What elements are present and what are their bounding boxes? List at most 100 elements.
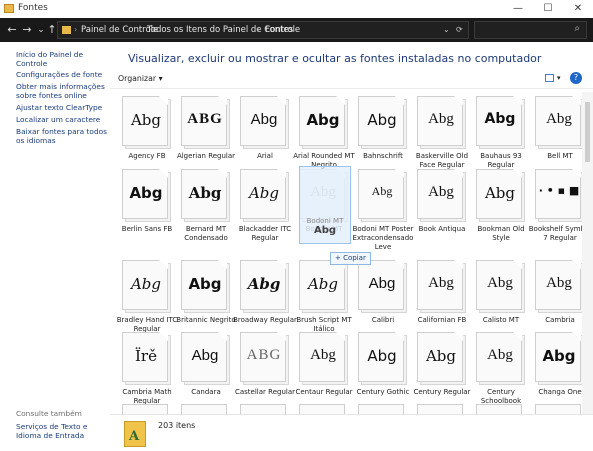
font-file-icon: Abg	[417, 96, 463, 146]
sidebar-link-more-info[interactable]: Obter mais informações sobre fontes onli…	[16, 82, 108, 100]
see-also-heading: Consulte também	[16, 409, 82, 418]
font-file-icon: Abg	[417, 332, 463, 382]
font-name: Century Schoolbook	[480, 388, 522, 405]
font-sample: Abg	[367, 111, 397, 129]
scrollbar[interactable]	[582, 92, 593, 414]
scrollbar-thumb[interactable]	[585, 102, 590, 162]
sidebar-link-text-services[interactable]: Serviços de Texto e Idioma de Entrada	[16, 422, 108, 440]
font-name: Bernard MT Condensado	[184, 225, 228, 242]
font-sample: Abg	[306, 111, 340, 129]
font-tile[interactable]: Abg Candara	[177, 328, 235, 416]
forward-arrow-icon[interactable]: →	[20, 23, 34, 37]
font-tile[interactable]: Abg Changa One	[531, 328, 589, 416]
font-sample: Abg	[487, 347, 513, 363]
font-name: Agency FB	[128, 152, 166, 160]
font-tile[interactable]: Abg Berlin Sans FB	[118, 165, 176, 253]
sidebar-home-link[interactable]: Início do Painel de Controle	[16, 50, 108, 68]
view-options-icon[interactable]	[545, 74, 554, 82]
font-tile[interactable]: Ïrě Cambria Math Regular	[118, 328, 176, 416]
font-sample: ABG	[246, 347, 282, 363]
font-name: Bookman Old Style	[477, 225, 525, 242]
font-file-icon: Abg	[358, 332, 404, 382]
font-sample: Abg	[129, 184, 163, 202]
breadcrumb-fonts[interactable]: Fontes	[265, 25, 293, 35]
font-sample: Abg	[484, 111, 516, 127]
address-box[interactable]: › Painel de Controle › Todos os Itens do…	[57, 21, 469, 39]
font-tile[interactable]: · • ▪ ■ Bookshelf Symbol 7 Regular	[529, 165, 591, 253]
font-sample: Abg	[425, 347, 457, 365]
font-sample: Abg	[368, 275, 396, 292]
minimize-button[interactable]: —	[503, 0, 533, 18]
font-sample: Abg	[428, 184, 454, 200]
font-file-icon: Abg	[535, 96, 581, 146]
font-name: Cambria Math Regular	[122, 388, 172, 405]
font-name: Candara	[191, 388, 221, 396]
sidebar-link-cleartype[interactable]: Ajustar texto ClearType	[16, 103, 108, 112]
font-name: Broadway Regular	[233, 316, 297, 324]
font-file-icon: Abg	[181, 332, 227, 382]
maximize-button[interactable]: ☐	[533, 0, 563, 18]
font-sample: Abg	[188, 184, 222, 202]
font-sample: Abg	[428, 275, 454, 291]
font-tile[interactable]: Abg Century Gothic	[354, 328, 412, 416]
font-tile-partial	[181, 404, 227, 414]
font-sample: Ïrě	[135, 347, 157, 365]
font-file-icon: Abg	[299, 332, 345, 382]
address-dropdown-icon[interactable]: ⌄	[443, 25, 450, 34]
font-file-icon: Abg	[417, 260, 463, 310]
font-tile[interactable]: Abg Bodoni MT Poster Extracondensado Leve	[353, 165, 413, 253]
sidebar-link-download-fonts[interactable]: Baixar fontes para todos os idiomas	[16, 127, 108, 145]
font-file-icon: · • ▪ ■	[535, 169, 581, 219]
font-tile-partial	[358, 404, 404, 414]
font-file-icon: Abg	[476, 332, 522, 382]
font-sample: Abg	[191, 347, 219, 364]
font-file-icon: Abg	[358, 260, 404, 310]
refresh-icon[interactable]: ⟳	[456, 25, 463, 34]
font-tile-partial	[240, 404, 286, 414]
font-file-icon: ABG	[181, 96, 227, 146]
font-file-icon: Abg	[535, 260, 581, 310]
font-sample: Abg	[428, 111, 454, 127]
item-count: 203 itens	[158, 421, 196, 430]
font-tile[interactable]: ABG Castellar Regular	[235, 328, 295, 416]
folder-icon	[62, 26, 71, 34]
font-name: Californian FB	[417, 316, 467, 324]
help-icon[interactable]: ?	[570, 72, 582, 84]
font-file-icon: Abg	[476, 96, 522, 146]
sidebar-link-font-settings[interactable]: Configurações de fonte	[16, 70, 108, 79]
title-bar: Fontes — ☐ ✕	[0, 0, 593, 19]
font-tile[interactable]: Abg Century Regular	[413, 328, 471, 416]
window-title: Fontes	[18, 3, 48, 13]
font-name: Bahnschrift	[363, 152, 403, 160]
font-tile[interactable]: Abg Centaur Regular	[295, 328, 353, 416]
font-file-icon: Abg	[122, 96, 168, 146]
font-sample: Abg	[542, 347, 576, 365]
font-tile[interactable]: Abg Century Schoolbook	[472, 328, 530, 416]
drag-ghost-sample: Abg	[313, 225, 337, 236]
font-tile-partial	[122, 404, 168, 414]
font-file-icon: Abg	[181, 169, 227, 219]
back-arrow-icon[interactable]: ←	[5, 23, 19, 37]
font-tile[interactable]: Abg Bernard MT Condensado	[177, 165, 235, 253]
font-file-icon: Abg	[476, 169, 522, 219]
font-name: Arial	[257, 152, 273, 160]
font-tile[interactable]: Abg Blackadder ITC Regular	[236, 165, 294, 253]
font-tile[interactable]: Abg Book Antiqua	[413, 165, 471, 253]
breadcrumb-separator: ›	[138, 25, 142, 34]
font-name: Book Antiqua	[418, 225, 466, 233]
font-sample: Abg	[310, 347, 336, 363]
font-file-icon: Abg	[299, 260, 345, 310]
close-button[interactable]: ✕	[563, 0, 593, 18]
font-file-icon: ABG	[240, 332, 286, 382]
font-file-icon: Abg	[240, 96, 286, 146]
address-bar-row: ← → ⌄ ↑ › Painel de Controle › Todos os …	[0, 18, 593, 42]
font-sample: · • ▪ ■	[538, 184, 580, 197]
sidebar-link-find-character[interactable]: Localizar um caractere	[16, 115, 108, 124]
font-sample: ABG	[187, 111, 223, 127]
view-dropdown-icon[interactable]: ▾	[557, 74, 561, 82]
organize-menu[interactable]: Organizar ▾	[118, 74, 163, 83]
font-tile[interactable]: Abg Bookman Old Style	[472, 165, 530, 253]
fonts-folder-icon: A	[124, 421, 146, 447]
font-sample: Abg	[371, 184, 393, 198]
search-input[interactable]: ⌕	[474, 21, 587, 39]
